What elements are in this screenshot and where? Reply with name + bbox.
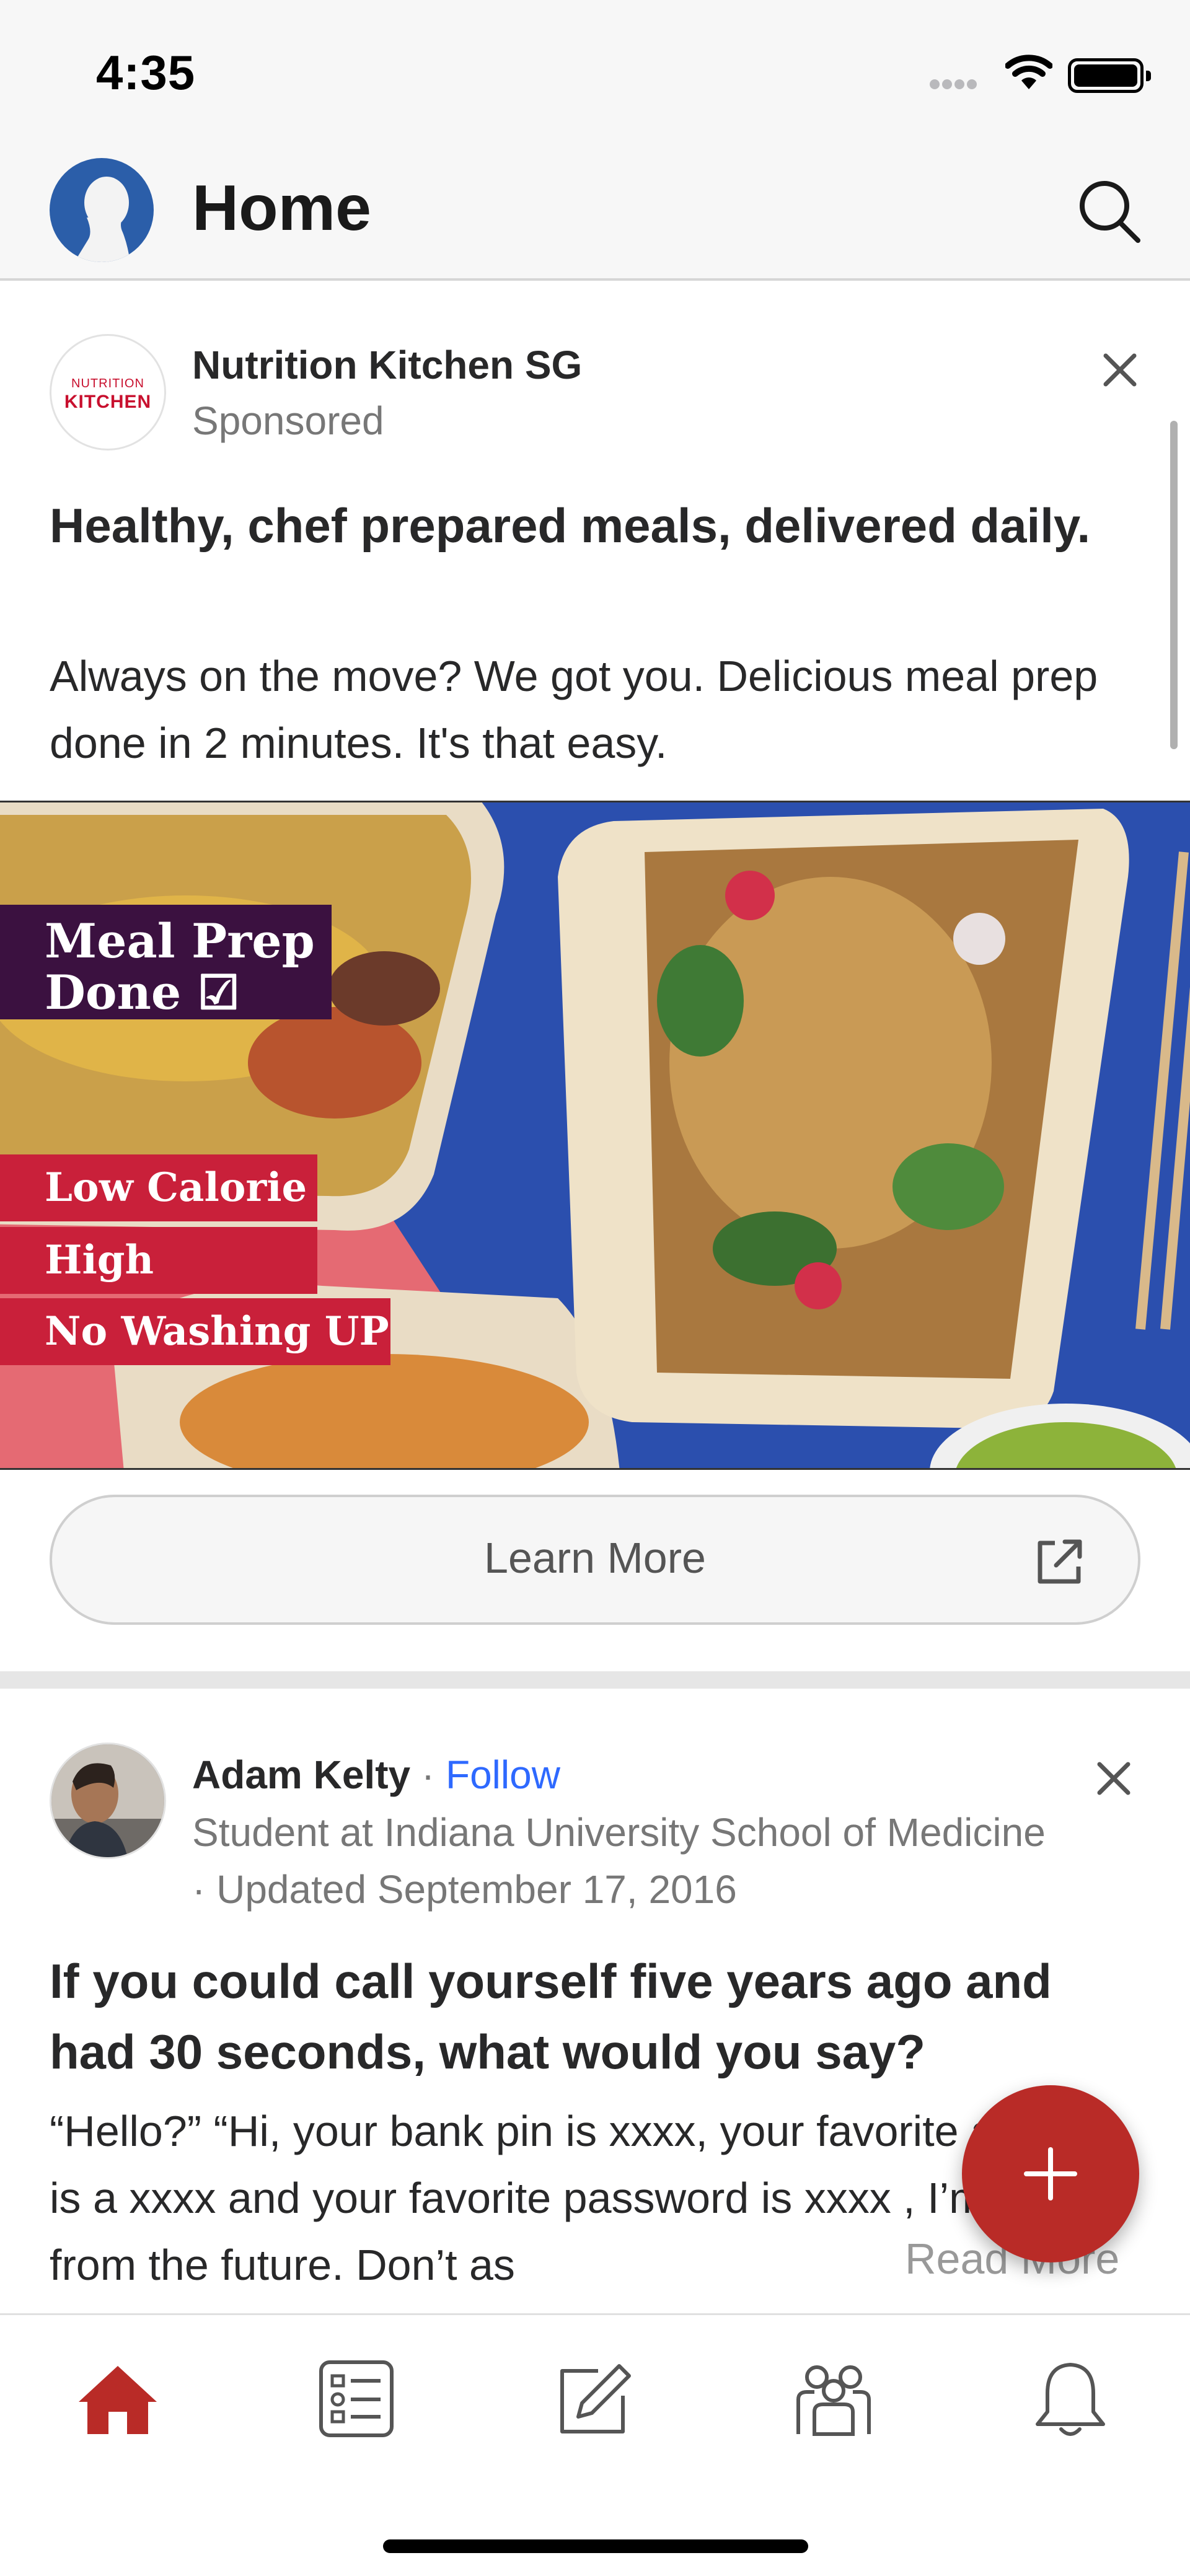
sponsored-label: Sponsored <box>192 398 384 443</box>
separator-dot: · <box>421 1752 435 1797</box>
author-photo <box>51 1744 164 1857</box>
search-icon[interactable] <box>1072 174 1147 248</box>
low-calorie-tag: Low Calorie <box>0 1154 317 1221</box>
meal-photo <box>0 802 1190 1468</box>
scrollbar[interactable] <box>1170 421 1178 749</box>
people-icon[interactable] <box>787 2352 880 2445</box>
advertiser-name[interactable]: Nutrition Kitchen SG <box>192 342 582 388</box>
battery-icon <box>1068 58 1151 93</box>
pencil-icon[interactable] <box>549 2352 641 2445</box>
dismiss-answer-close-icon[interactable] <box>1086 1751 1142 1806</box>
dismiss-ad-close-icon[interactable] <box>1092 342 1148 398</box>
profile-avatar[interactable] <box>50 158 154 262</box>
bottom-tab-bar <box>0 2313 1190 2576</box>
wifi-icon <box>1005 55 1052 89</box>
updated-date: · Updated September 17, 2016 <box>192 1867 737 1912</box>
no-washing-up-tag: No Washing UP <box>0 1298 390 1365</box>
author-name[interactable]: Adam Kelty <box>192 1752 410 1797</box>
ad-body-text[interactable]: Always on the move? We got you. Deliciou… <box>50 643 1128 776</box>
question-title[interactable]: If you could call yourself five years ag… <box>50 1946 1140 2087</box>
author-avatar[interactable] <box>50 1743 166 1859</box>
signal-icon <box>930 79 987 89</box>
author-line: Adam Kelty · Follow <box>192 1752 560 1798</box>
user-silhouette-icon <box>74 177 130 262</box>
home-icon[interactable] <box>71 2352 164 2445</box>
sponsored-ad-card: NUTRITION KITCHEN Nutrition Kitchen SG S… <box>0 283 1190 1671</box>
author-credential: Student at Indiana University School of … <box>192 1810 1046 1855</box>
meal-prep-done-tag: Meal Prep Done ☑ <box>0 905 332 1020</box>
add-post-button[interactable] <box>962 2085 1139 2262</box>
ad-image[interactable]: Meal Prep Done ☑ Low Calorie High Protei… <box>0 801 1190 1470</box>
status-time: 4:35 <box>96 45 196 100</box>
external-link-icon <box>1038 1539 1082 1584</box>
page-title: Home <box>192 172 371 244</box>
list-icon[interactable] <box>310 2352 403 2445</box>
learn-more-label: Learn More <box>484 1534 706 1582</box>
feed-divider <box>0 1671 1190 1689</box>
high-protein-tag: High Protein <box>0 1227 317 1350</box>
ad-headline[interactable]: Healthy, chef prepared meals, delivered … <box>50 491 1128 560</box>
status-bar: 4:35 <box>0 0 1190 146</box>
app-header: Home <box>0 146 1190 281</box>
home-indicator[interactable] <box>383 2539 808 2553</box>
learn-more-button[interactable]: Learn More <box>50 1495 1140 1625</box>
advertiser-logo[interactable]: NUTRITION KITCHEN <box>50 334 166 451</box>
bell-icon[interactable] <box>1024 2352 1117 2445</box>
follow-link[interactable]: Follow <box>446 1752 560 1797</box>
